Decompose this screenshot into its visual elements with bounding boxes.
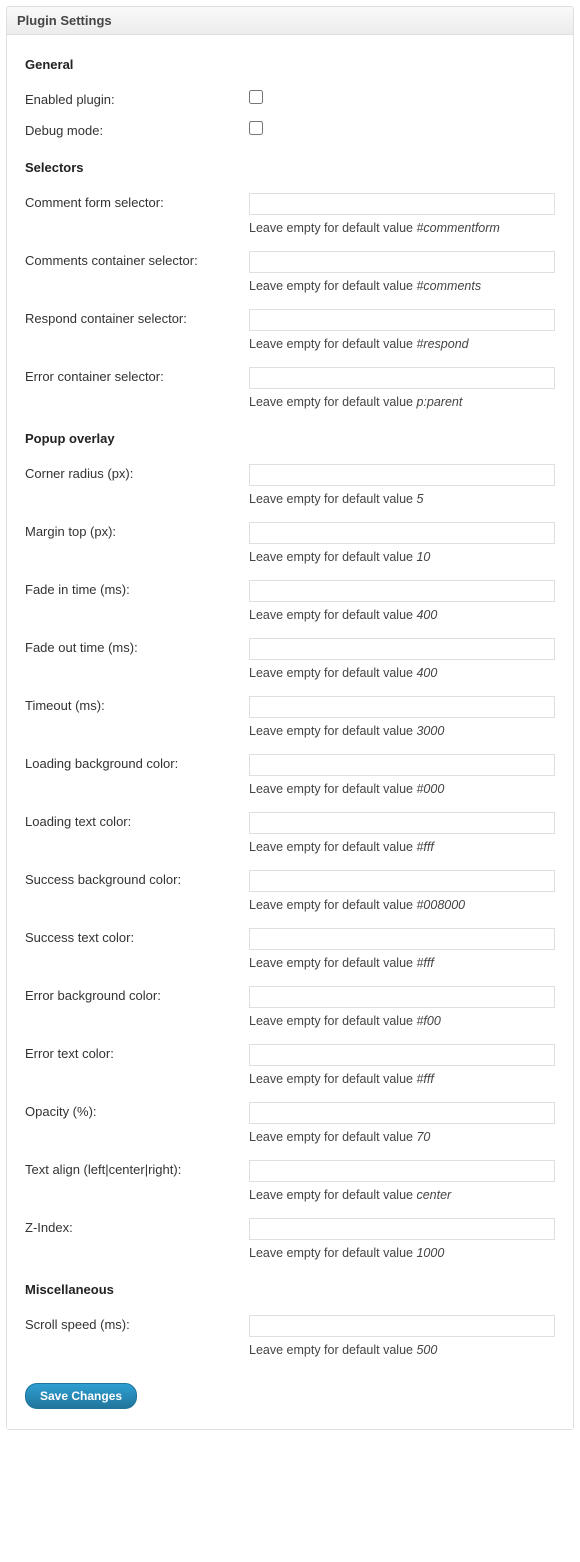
section-title-general: General xyxy=(25,57,555,72)
loading-bg-color-hint: Leave empty for default value #000 xyxy=(249,782,555,796)
comments-container-selector-label: Comments container selector: xyxy=(25,251,249,268)
comment-form-selector-input[interactable] xyxy=(249,193,555,215)
comment-form-selector-label: Comment form selector: xyxy=(25,193,249,210)
loading-text-color-input[interactable] xyxy=(249,812,555,834)
fade-out-time-label: Fade out time (ms): xyxy=(25,638,249,655)
timeout-label: Timeout (ms): xyxy=(25,696,249,713)
field-error-text-color: Error text color: Leave empty for defaul… xyxy=(25,1044,555,1086)
field-success-bg-color: Success background color: Leave empty fo… xyxy=(25,870,555,912)
loading-text-color-label: Loading text color: xyxy=(25,812,249,829)
error-text-color-hint: Leave empty for default value #fff xyxy=(249,1072,555,1086)
loading-text-color-hint: Leave empty for default value #fff xyxy=(249,840,555,854)
enabled-plugin-label: Enabled plugin: xyxy=(25,90,249,107)
error-container-selector-label: Error container selector: xyxy=(25,367,249,384)
z-index-input[interactable] xyxy=(249,1218,555,1240)
field-respond-container-selector: Respond container selector: Leave empty … xyxy=(25,309,555,351)
field-z-index: Z-Index: Leave empty for default value 1… xyxy=(25,1218,555,1260)
scroll-speed-hint: Leave empty for default value 500 xyxy=(249,1343,555,1357)
field-error-container-selector: Error container selector: Leave empty fo… xyxy=(25,367,555,409)
margin-top-input[interactable] xyxy=(249,522,555,544)
submit-row: Save Changes xyxy=(25,1383,555,1409)
scroll-speed-label: Scroll speed (ms): xyxy=(25,1315,249,1332)
section-title-popup-overlay: Popup overlay xyxy=(25,431,555,446)
opacity-label: Opacity (%): xyxy=(25,1102,249,1119)
success-text-color-input[interactable] xyxy=(249,928,555,950)
loading-bg-color-label: Loading background color: xyxy=(25,754,249,771)
field-debug-mode: Debug mode: xyxy=(25,121,555,138)
field-loading-text-color: Loading text color: Leave empty for defa… xyxy=(25,812,555,854)
timeout-hint: Leave empty for default value 3000 xyxy=(249,724,555,738)
enabled-plugin-checkbox[interactable] xyxy=(249,90,263,104)
field-corner-radius: Corner radius (px): Leave empty for defa… xyxy=(25,464,555,506)
field-fade-in-time: Fade in time (ms): Leave empty for defau… xyxy=(25,580,555,622)
opacity-hint: Leave empty for default value 70 xyxy=(249,1130,555,1144)
error-bg-color-hint: Leave empty for default value #f00 xyxy=(249,1014,555,1028)
comment-form-selector-hint: Leave empty for default value #commentfo… xyxy=(249,221,555,235)
section-title-selectors: Selectors xyxy=(25,160,555,175)
fade-in-time-input[interactable] xyxy=(249,580,555,602)
success-text-color-label: Success text color: xyxy=(25,928,249,945)
text-align-input[interactable] xyxy=(249,1160,555,1182)
corner-radius-label: Corner radius (px): xyxy=(25,464,249,481)
success-text-color-hint: Leave empty for default value #fff xyxy=(249,956,555,970)
fade-in-time-hint: Leave empty for default value 400 xyxy=(249,608,555,622)
field-scroll-speed: Scroll speed (ms): Leave empty for defau… xyxy=(25,1315,555,1357)
field-success-text-color: Success text color: Leave empty for defa… xyxy=(25,928,555,970)
corner-radius-input[interactable] xyxy=(249,464,555,486)
debug-mode-checkbox[interactable] xyxy=(249,121,263,135)
plugin-settings-panel: Plugin Settings General Enabled plugin: … xyxy=(6,6,574,1430)
success-bg-color-hint: Leave empty for default value #008000 xyxy=(249,898,555,912)
respond-container-selector-label: Respond container selector: xyxy=(25,309,249,326)
fade-out-time-input[interactable] xyxy=(249,638,555,660)
field-comments-container-selector: Comments container selector: Leave empty… xyxy=(25,251,555,293)
scroll-speed-input[interactable] xyxy=(249,1315,555,1337)
text-align-hint: Leave empty for default value center xyxy=(249,1188,555,1202)
loading-bg-color-input[interactable] xyxy=(249,754,555,776)
timeout-input[interactable] xyxy=(249,696,555,718)
fade-out-time-hint: Leave empty for default value 400 xyxy=(249,666,555,680)
error-text-color-label: Error text color: xyxy=(25,1044,249,1061)
field-fade-out-time: Fade out time (ms): Leave empty for defa… xyxy=(25,638,555,680)
margin-top-hint: Leave empty for default value 10 xyxy=(249,550,555,564)
field-timeout: Timeout (ms): Leave empty for default va… xyxy=(25,696,555,738)
success-bg-color-label: Success background color: xyxy=(25,870,249,887)
panel-body: General Enabled plugin: Debug mode: Sele… xyxy=(7,35,573,1429)
debug-mode-label: Debug mode: xyxy=(25,121,249,138)
corner-radius-hint: Leave empty for default value 5 xyxy=(249,492,555,506)
field-comment-form-selector: Comment form selector: Leave empty for d… xyxy=(25,193,555,235)
comments-container-selector-hint: Leave empty for default value #comments xyxy=(249,279,555,293)
opacity-input[interactable] xyxy=(249,1102,555,1124)
comments-container-selector-input[interactable] xyxy=(249,251,555,273)
error-container-selector-hint: Leave empty for default value p:parent xyxy=(249,395,555,409)
field-error-bg-color: Error background color: Leave empty for … xyxy=(25,986,555,1028)
z-index-hint: Leave empty for default value 1000 xyxy=(249,1246,555,1260)
text-align-label: Text align (left|center|right): xyxy=(25,1160,249,1177)
respond-container-selector-hint: Leave empty for default value #respond xyxy=(249,337,555,351)
error-container-selector-input[interactable] xyxy=(249,367,555,389)
field-opacity: Opacity (%): Leave empty for default val… xyxy=(25,1102,555,1144)
field-enabled-plugin: Enabled plugin: xyxy=(25,90,555,107)
success-bg-color-input[interactable] xyxy=(249,870,555,892)
field-text-align: Text align (left|center|right): Leave em… xyxy=(25,1160,555,1202)
margin-top-label: Margin top (px): xyxy=(25,522,249,539)
section-title-miscellaneous: Miscellaneous xyxy=(25,1282,555,1297)
error-bg-color-input[interactable] xyxy=(249,986,555,1008)
save-changes-button[interactable]: Save Changes xyxy=(25,1383,137,1409)
panel-title: Plugin Settings xyxy=(7,7,573,35)
respond-container-selector-input[interactable] xyxy=(249,309,555,331)
z-index-label: Z-Index: xyxy=(25,1218,249,1235)
fade-in-time-label: Fade in time (ms): xyxy=(25,580,249,597)
error-text-color-input[interactable] xyxy=(249,1044,555,1066)
field-loading-bg-color: Loading background color: Leave empty fo… xyxy=(25,754,555,796)
error-bg-color-label: Error background color: xyxy=(25,986,249,1003)
field-margin-top: Margin top (px): Leave empty for default… xyxy=(25,522,555,564)
